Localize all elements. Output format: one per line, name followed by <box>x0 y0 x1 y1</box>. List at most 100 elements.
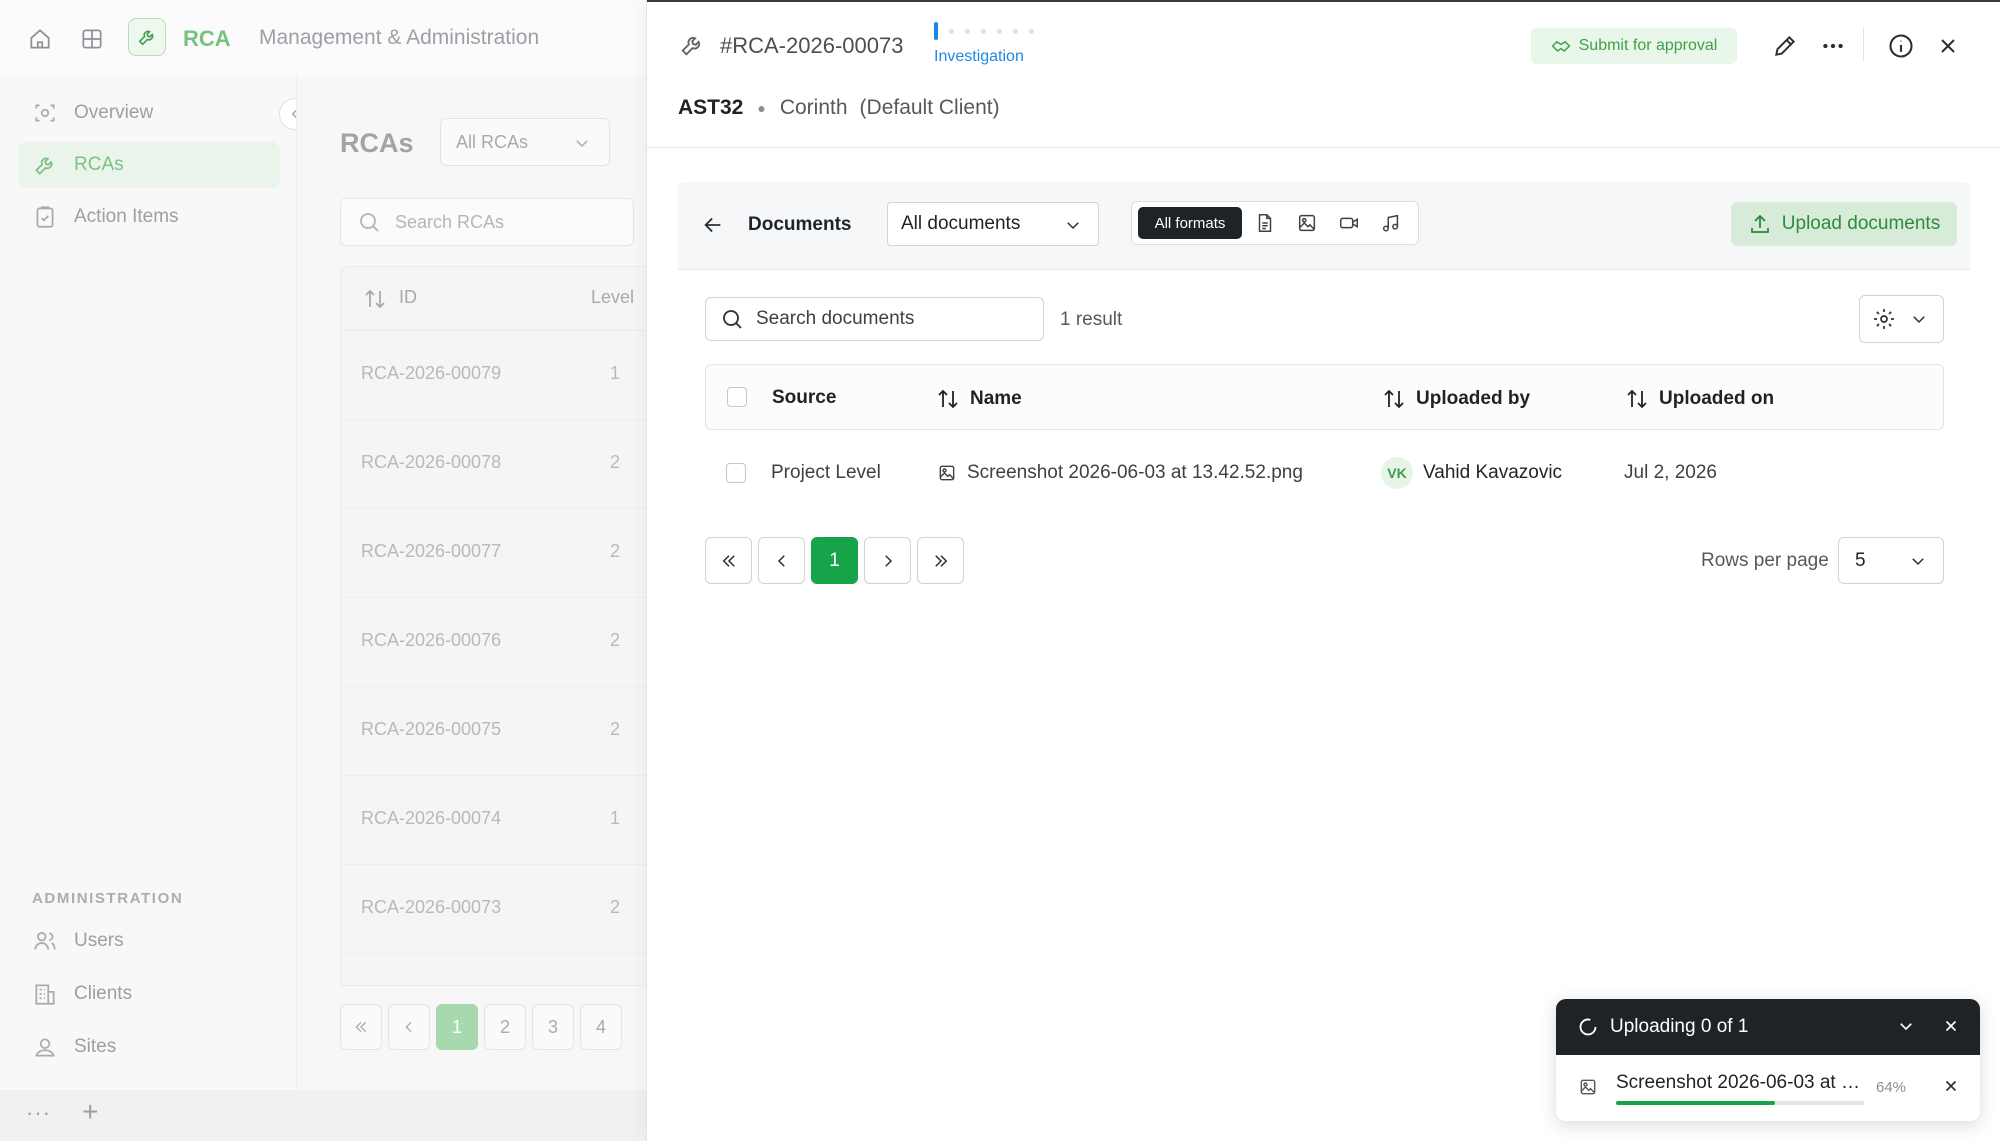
home-icon[interactable] <box>27 26 53 52</box>
upload-progress-fill <box>1616 1101 1775 1105</box>
column-uploaded-on[interactable]: Uploaded on <box>1625 387 1774 411</box>
loading-spinner-icon <box>1578 1017 1598 1037</box>
rca-filter-select[interactable]: All RCAs <box>440 118 610 166</box>
next-page-button[interactable] <box>864 537 911 584</box>
last-page-button[interactable] <box>917 537 964 584</box>
documents-search-input[interactable]: Search documents <box>705 297 1044 341</box>
table-row[interactable]: RCA-2026-00079 1 <box>341 331 648 420</box>
page-button[interactable]: 1 <box>436 1004 478 1050</box>
page-button[interactable]: 1 <box>811 537 858 584</box>
sidebar-item-users[interactable]: Users <box>18 918 280 964</box>
column-id[interactable]: ID <box>399 287 417 308</box>
sidebar-item-rcas[interactable]: RCAs <box>18 142 280 188</box>
toolbar-divider <box>1863 28 1864 62</box>
close-icon[interactable] <box>1932 30 1964 62</box>
sidebar-item-overview[interactable]: Overview <box>18 90 280 136</box>
table-row[interactable]: RCA-2026-00075 2 <box>341 687 648 776</box>
row-file-name[interactable]: Screenshot 2026-06-03 at 13.42.52.png <box>937 462 1303 484</box>
section-title: Management & Administration <box>259 26 540 49</box>
row-uploader: VK Vahid Kavazovic <box>1381 457 1562 489</box>
phase-step <box>949 28 954 34</box>
select-all-checkbox[interactable] <box>727 387 747 407</box>
rca-id: RCA-2026-00073 <box>361 897 502 917</box>
page-button[interactable]: 2 <box>484 1004 526 1050</box>
wrench-icon <box>32 152 58 178</box>
table-row[interactable]: RCA-2026-00073 2 <box>341 865 648 954</box>
table-row[interactable]: RCA-2026-00076 2 <box>341 598 648 687</box>
table-row[interactable]: Project Level Screenshot 2026-06-03 at 1… <box>705 432 1944 514</box>
chevrons-left-icon <box>722 554 735 567</box>
column-level[interactable]: Level <box>591 287 634 308</box>
table-row[interactable]: RCA-2026-00074 1 <box>341 776 648 865</box>
sort-icon <box>938 389 958 409</box>
column-name-label: Name <box>970 388 1022 409</box>
table-row[interactable]: RCA-2026-00077 2 <box>341 509 648 598</box>
sort-icon[interactable] <box>363 287 387 311</box>
back-arrow-icon[interactable] <box>702 214 724 236</box>
documents-toolbar: Documents All documents All formats Uplo… <box>678 182 1970 270</box>
first-page-button[interactable] <box>340 1004 382 1050</box>
cancel-upload-icon[interactable] <box>1942 1077 1960 1095</box>
video-icon[interactable] <box>1338 212 1360 234</box>
chevron-right-icon <box>884 554 892 567</box>
phase-step <box>997 28 1002 34</box>
sidebar-item-label: Sites <box>74 1036 117 1057</box>
submit-for-approval-button[interactable]: Submit for approval <box>1531 28 1737 64</box>
rows-per-page-select[interactable]: 5 <box>1838 537 1944 584</box>
sort-icon <box>1627 389 1647 409</box>
rca-level: 1 <box>610 808 621 828</box>
chevron-down-icon <box>1913 316 1925 324</box>
more-icon[interactable]: ··· <box>26 1100 51 1126</box>
rca-pagination: 1 2 3 4 <box>340 1004 622 1050</box>
bottom-bar: ··· + <box>0 1090 646 1141</box>
grid-icon[interactable] <box>79 26 105 52</box>
rca-level: 2 <box>610 897 621 917</box>
sidebar-item-clients[interactable]: Clients <box>18 971 280 1017</box>
client-name: (Default Client) <box>859 96 1000 119</box>
edit-icon[interactable] <box>1769 30 1801 62</box>
column-uploaded-by[interactable]: Uploaded by <box>1382 387 1530 411</box>
table-row[interactable]: RCA-2026-00078 2 <box>341 420 648 509</box>
more-horizontal-icon[interactable] <box>1817 30 1849 62</box>
row-uploaded-date: Jul 2, 2026 <box>1624 462 1717 483</box>
page-button[interactable]: 3 <box>532 1004 574 1050</box>
sidebar-item-action-items[interactable]: Action Items <box>18 194 280 240</box>
building-icon <box>32 981 58 1007</box>
sidebar-item-label: Action Items <box>74 206 179 227</box>
sidebar-item-sites[interactable]: Sites <box>18 1024 280 1070</box>
column-uploaded-on-label: Uploaded on <box>1659 388 1775 409</box>
documents-filter-select[interactable]: All documents <box>887 202 1099 246</box>
eye-icon <box>32 100 58 126</box>
asset-subtitle: AST32 ● Corinth (Default Client) <box>678 96 1000 120</box>
info-icon[interactable] <box>1885 30 1917 62</box>
close-icon[interactable] <box>1942 1017 1960 1035</box>
format-all-button[interactable]: All formats <box>1138 207 1242 239</box>
prev-page-button[interactable] <box>388 1004 430 1050</box>
document-icon[interactable] <box>1254 212 1276 234</box>
row-checkbox[interactable] <box>726 463 746 483</box>
rca-list-title: RCAs <box>340 128 414 158</box>
sort-icon <box>1384 389 1404 409</box>
column-name[interactable]: Name <box>936 387 1022 411</box>
image-icon[interactable] <box>1296 212 1318 234</box>
chevron-down-icon <box>1909 552 1927 570</box>
app-logo[interactable] <box>128 18 166 56</box>
add-icon[interactable]: + <box>82 1096 98 1128</box>
gear-icon <box>1874 309 1894 329</box>
documents-table-header: Source Name Uploaded by Uploaded on <box>705 364 1944 430</box>
chevron-down-icon[interactable] <box>1897 1017 1915 1035</box>
file-name-text: Screenshot 2026-06-03 at 13.42.52.png <box>967 462 1303 483</box>
chevron-left-icon <box>405 1021 412 1033</box>
chevrons-right-icon <box>934 554 947 567</box>
rca-search-input[interactable]: Search RCAs <box>340 198 634 246</box>
music-icon[interactable] <box>1380 212 1402 234</box>
users-icon <box>32 928 58 954</box>
first-page-button[interactable] <box>705 537 752 584</box>
table-settings-button[interactable] <box>1859 295 1944 343</box>
prev-page-button[interactable] <box>758 537 805 584</box>
header-divider <box>647 147 2000 148</box>
sidebar-item-label: Overview <box>74 102 154 123</box>
rca-id: RCA-2026-00079 <box>361 363 502 383</box>
page-button[interactable]: 4 <box>580 1004 622 1050</box>
upload-documents-button[interactable]: Upload documents <box>1731 202 1957 246</box>
